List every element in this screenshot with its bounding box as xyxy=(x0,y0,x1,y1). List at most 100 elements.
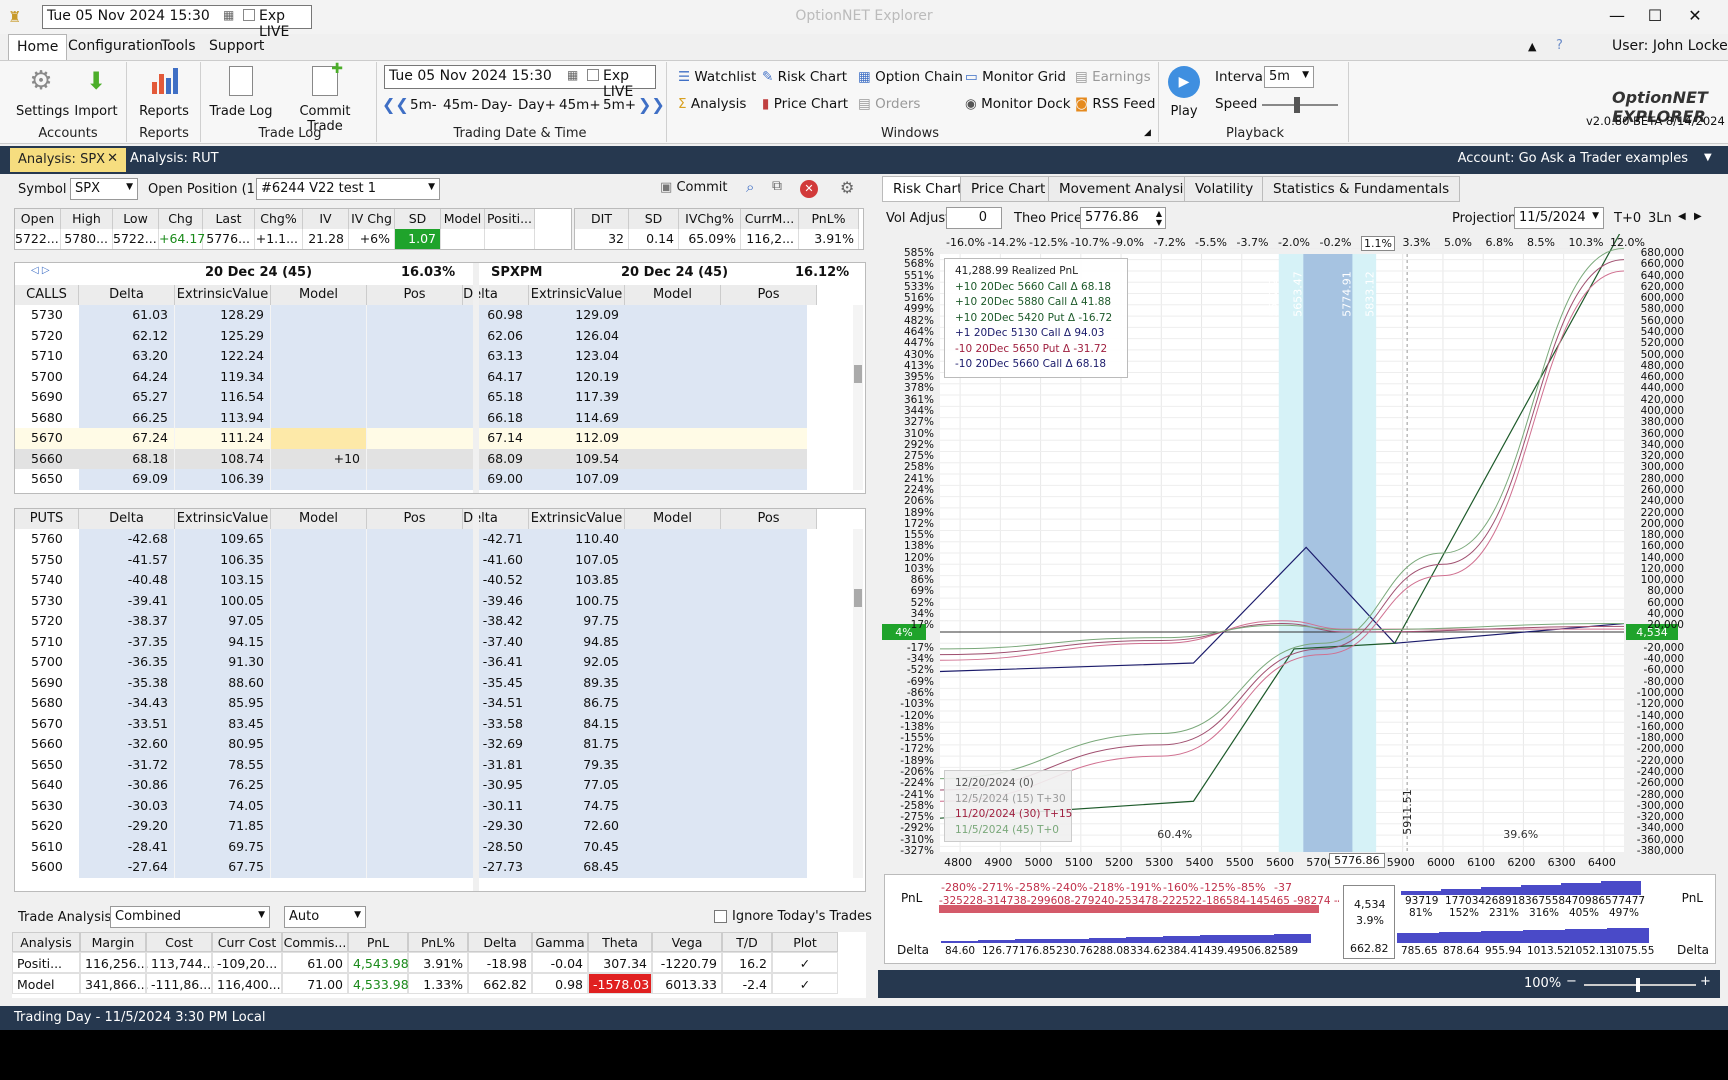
scroll-thumb[interactable] xyxy=(854,589,862,607)
grid-cell[interactable] xyxy=(625,366,721,387)
vertical-scrollbar[interactable] xyxy=(853,529,863,878)
exp-checkbox[interactable] xyxy=(587,69,599,81)
menu-configuration[interactable]: Configuration xyxy=(68,38,163,54)
grid-cell[interactable] xyxy=(721,428,807,449)
grid-cell[interactable] xyxy=(271,816,367,837)
analysis-button[interactable]: Σ Analysis xyxy=(678,96,746,112)
import-button[interactable]: ⬇ Import xyxy=(74,66,118,119)
grid-cell[interactable] xyxy=(271,346,367,367)
strike-cell[interactable]: 5680 xyxy=(15,407,79,428)
grid-cell[interactable] xyxy=(271,857,367,878)
grid-cell[interactable] xyxy=(271,590,367,611)
grid-cell[interactable] xyxy=(625,428,721,449)
grid-cell[interactable] xyxy=(721,448,807,469)
grid-cell[interactable] xyxy=(271,387,367,408)
plot-checkbox[interactable]: ✓ xyxy=(772,973,838,994)
spinner-icon[interactable]: ▲ ▼ xyxy=(1156,209,1162,227)
grid-cell[interactable] xyxy=(625,305,721,326)
strike-cell[interactable]: 5750 xyxy=(15,549,79,570)
strike-cell[interactable]: 5640 xyxy=(15,775,79,796)
step-5m-forward[interactable]: 5m+ xyxy=(603,97,636,113)
strike-cell[interactable]: 5730 xyxy=(15,305,79,326)
grid-cell[interactable] xyxy=(721,857,807,878)
strike-cell[interactable]: 5760 xyxy=(15,529,79,550)
menu-home[interactable]: Home xyxy=(8,34,68,60)
play-button[interactable]: ▶ Play xyxy=(1166,66,1202,119)
account-label[interactable]: Account: Go Ask a Trader examples xyxy=(1458,151,1688,166)
grid-cell[interactable] xyxy=(721,795,807,816)
vol-adjust-input[interactable]: 0 xyxy=(946,207,1002,229)
tab-price-chart[interactable]: Price Chart xyxy=(960,176,1057,202)
close-tab-icon[interactable]: ✕ xyxy=(107,151,118,166)
grid-cell[interactable] xyxy=(625,672,721,693)
monitor-grid-button[interactable]: ▭ Monitor Grid xyxy=(965,69,1066,85)
theo-price-input[interactable]: 5776.86 ▲ ▼ xyxy=(1080,207,1166,229)
monitor-dock-button[interactable]: ◉ Monitor Dock xyxy=(965,96,1071,112)
scroll-thumb[interactable] xyxy=(854,365,862,383)
grid-cell[interactable] xyxy=(721,325,807,346)
grid-cell[interactable] xyxy=(721,529,807,550)
strike-cell[interactable]: 5720 xyxy=(15,325,79,346)
strike-cell[interactable]: 5650 xyxy=(15,469,79,490)
commit-button[interactable]: ▣ Commit xyxy=(660,180,728,195)
search-icon[interactable]: ⌕ xyxy=(746,178,754,196)
collapse-ribbon-icon[interactable]: ▲ xyxy=(1528,40,1536,53)
zoom-out-icon[interactable]: − xyxy=(1566,974,1577,989)
minimize-icon[interactable]: — xyxy=(1602,6,1632,25)
strike-cell[interactable]: 5680 xyxy=(15,693,79,714)
delete-icon[interactable]: ✕ xyxy=(800,180,818,198)
grid-cell[interactable] xyxy=(721,570,807,591)
risk-chart-button[interactable]: ✎ Risk Chart xyxy=(762,69,847,85)
grid-cell[interactable] xyxy=(721,407,807,428)
tab-volatility[interactable]: Volatility xyxy=(1184,176,1265,202)
price-chart-button[interactable]: ▮ Price Chart xyxy=(762,96,848,112)
position-select[interactable]: #6244 V22 test 1 ▼ xyxy=(256,178,440,200)
help-icon[interactable]: ? xyxy=(1556,38,1563,53)
grid-cell[interactable] xyxy=(625,734,721,755)
tab-movement-analysis[interactable]: Movement Analysis xyxy=(1048,176,1202,202)
dialog-launcher-icon[interactable]: ◢ xyxy=(1144,128,1151,138)
ignore-trades-checkbox[interactable] xyxy=(714,910,727,923)
tab-statistics-fundamentals[interactable]: Statistics & Fundamentals xyxy=(1262,176,1461,202)
grid-cell[interactable] xyxy=(721,469,807,490)
strike-cell[interactable]: 5730 xyxy=(15,590,79,611)
grid-cell[interactable] xyxy=(721,775,807,796)
grid-cell[interactable] xyxy=(721,816,807,837)
strike-cell[interactable]: 5670 xyxy=(15,428,79,449)
auto-select[interactable]: Auto ▼ xyxy=(284,906,366,928)
grid-cell[interactable] xyxy=(271,428,367,449)
tab-analysis-rut[interactable]: Analysis: RUT xyxy=(130,151,219,166)
strike-cell[interactable]: 5650 xyxy=(15,754,79,775)
strike-cell[interactable]: 5720 xyxy=(15,611,79,632)
strike-cell[interactable]: 5600 xyxy=(15,857,79,878)
grid-cell[interactable] xyxy=(721,305,807,326)
commit-trade-button[interactable]: ✚ Commit Trade xyxy=(282,61,368,134)
grid-cell[interactable] xyxy=(721,693,807,714)
step-back-icon[interactable]: ❮❮ xyxy=(382,95,409,114)
grid-cell[interactable] xyxy=(625,590,721,611)
strike-cell[interactable]: 5620 xyxy=(15,816,79,837)
grid-cell[interactable] xyxy=(721,590,807,611)
grid-cell[interactable] xyxy=(271,325,367,346)
grid-cell[interactable] xyxy=(625,631,721,652)
vertical-scrollbar[interactable] xyxy=(853,305,863,490)
menu-tools[interactable]: Tools xyxy=(161,38,196,54)
zoom-slider[interactable] xyxy=(1584,978,1696,992)
step-forward-icon[interactable]: ❯❯ xyxy=(638,95,665,114)
trade-log-button[interactable]: Trade Log xyxy=(208,66,274,119)
grid-cell[interactable] xyxy=(271,305,367,326)
earnings-button[interactable]: ▤ Earnings xyxy=(1075,69,1151,85)
close-icon[interactable]: ✕ xyxy=(1680,6,1710,25)
strike-cell[interactable]: 5740 xyxy=(15,570,79,591)
grid-cell[interactable] xyxy=(625,325,721,346)
grid-cell[interactable] xyxy=(625,407,721,428)
next-projection-icon[interactable]: ▶ xyxy=(1694,211,1702,222)
watchlist-button[interactable]: ☰ Watchlist xyxy=(678,69,756,85)
grid-cell[interactable] xyxy=(625,857,721,878)
interval-select[interactable]: 5m ▼ xyxy=(1264,66,1314,88)
grid-cell[interactable] xyxy=(271,366,367,387)
strike-cell[interactable]: 5700 xyxy=(15,652,79,673)
grid-cell[interactable] xyxy=(721,672,807,693)
grid-cell[interactable] xyxy=(625,693,721,714)
grid-cell[interactable] xyxy=(625,529,721,550)
